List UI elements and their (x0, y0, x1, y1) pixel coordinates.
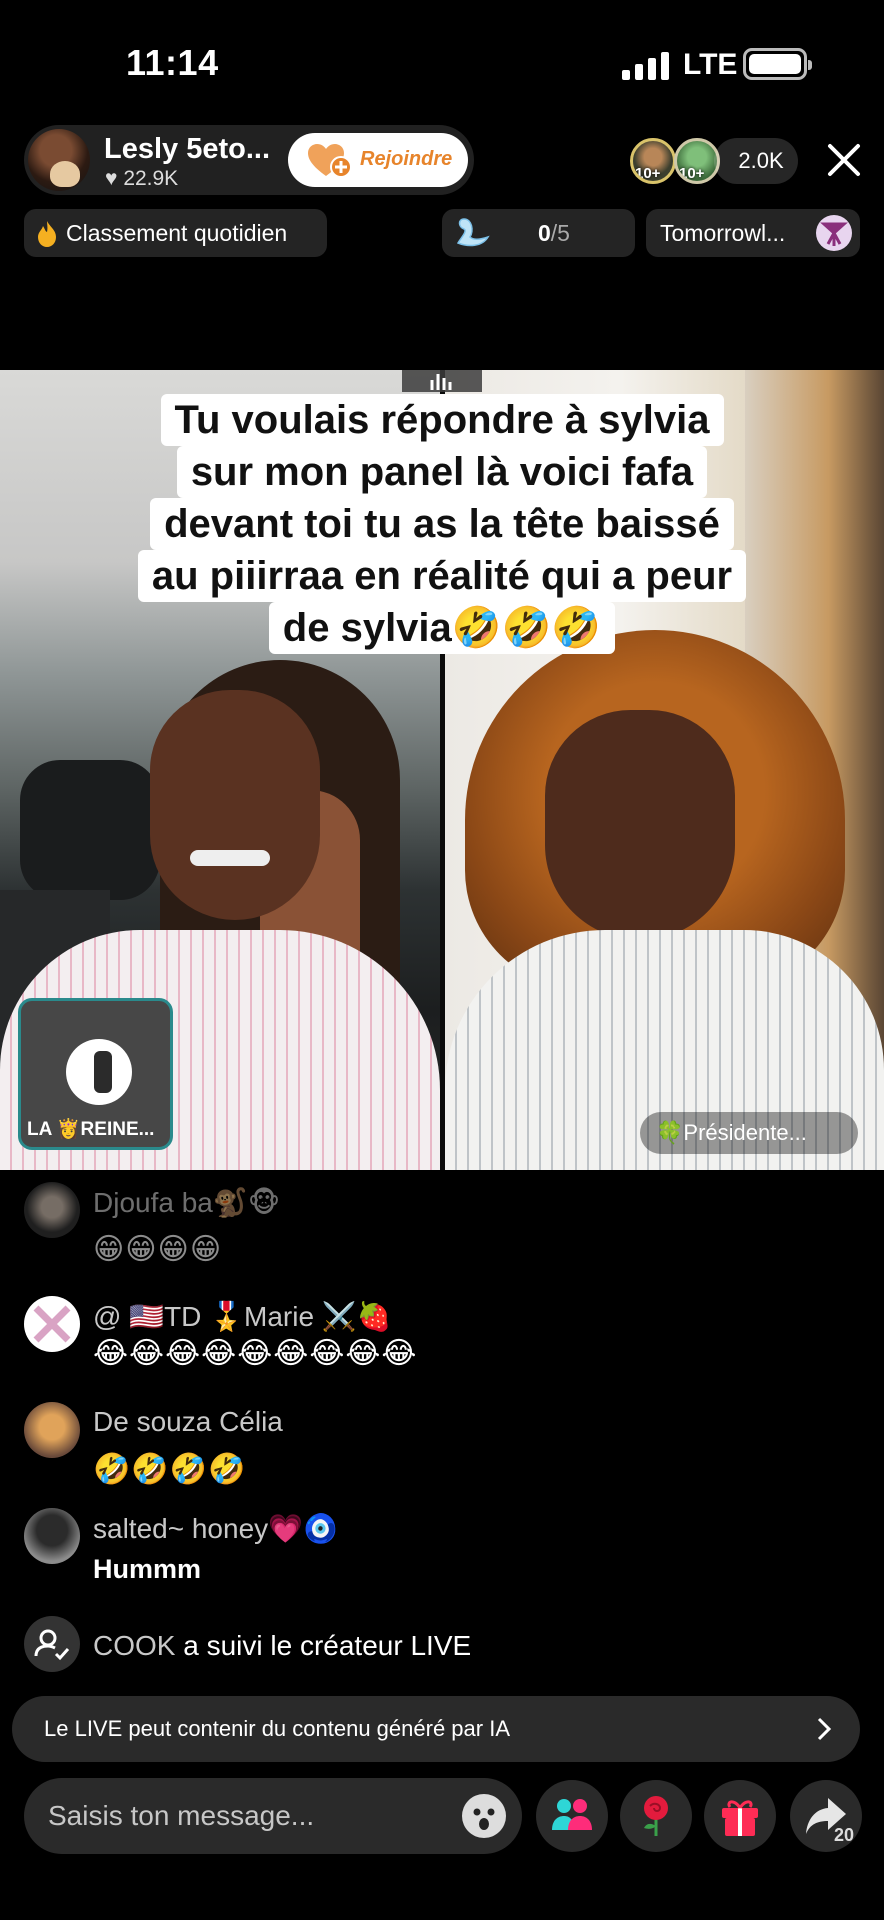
battery-icon (743, 48, 812, 80)
comment-avatar[interactable] (24, 1402, 80, 1458)
viewer-level: 10+ (635, 165, 661, 182)
goal-progress: 0/5 (538, 209, 570, 257)
status-time: 11:14 (126, 42, 219, 83)
host-profile[interactable]: Lesly 5eto... ♥ 22.9K Rejoindre (24, 125, 474, 195)
comment-user[interactable]: De souza Célia (93, 1406, 283, 1438)
host-likes: ♥ 22.9K (105, 167, 178, 191)
swan-icon (456, 218, 490, 247)
follow-text: COOK a suivi le créateur LIVE (93, 1630, 471, 1662)
follow-user[interactable]: COOK (93, 1630, 175, 1661)
message-input[interactable] (48, 1796, 448, 1836)
share-button[interactable]: 20 (790, 1780, 862, 1852)
comment-message: 😂😂😂😂😂😂😂😂😂 (93, 1337, 418, 1370)
viewer-count[interactable]: 2.0K (714, 138, 798, 184)
caption-line: devant toi tu as la tête baissé (150, 498, 734, 550)
signal-icon (622, 52, 669, 80)
viewer-avatar[interactable]: 10+ (630, 138, 676, 184)
guest-label: LA 👸REINE... (27, 1119, 155, 1140)
comment-avatar[interactable] (24, 1182, 80, 1238)
caption-line: sur mon panel là voici fafa (176, 446, 708, 498)
ai-content-notice[interactable]: Le LIVE peut contenir du contenu généré … (12, 1696, 860, 1762)
comment-user[interactable]: @ 🇺🇸TD 🎖️Marie ⚔️🍓 (93, 1300, 392, 1333)
share-count: 20 (833, 1825, 854, 1845)
gift-button[interactable] (704, 1780, 776, 1852)
daily-ranking-label: Classement quotidien (66, 220, 288, 246)
host-avatar[interactable] (28, 129, 90, 191)
top-viewers[interactable]: 10+ 10+ 2.0K (630, 136, 798, 186)
guest-avatar (66, 1039, 132, 1105)
rose-gift-button[interactable] (620, 1780, 692, 1852)
comment-avatar[interactable] (24, 1296, 80, 1352)
caption-line: au piiirraa en réalité qui a peur (137, 550, 747, 602)
equalizer-handle-icon (402, 370, 482, 392)
comment-avatar[interactable] (24, 1508, 80, 1564)
gift-icon (722, 1800, 758, 1836)
follow-message: a suivi le créateur LIVE (175, 1630, 472, 1661)
join-label: Rejoindre (360, 148, 453, 170)
promo-pill[interactable]: Tomorrowl... (646, 209, 860, 257)
comment-message: 😁😁😁😁 (93, 1233, 223, 1266)
comment-user[interactable]: salted~ honey💗🧿 (93, 1512, 338, 1545)
heart-plus-icon (308, 144, 352, 178)
heart-icon: ♥ (105, 167, 118, 190)
guest-name-tag[interactable]: 🍀Présidente... (640, 1112, 858, 1154)
promo-label: Tomorrowl... (660, 220, 786, 246)
daily-ranking-pill[interactable]: Classement quotidien (24, 209, 327, 257)
viewer-level: 10+ (679, 165, 705, 182)
flame-icon (38, 221, 56, 247)
caption-line: de sylvia🤣🤣🤣 (268, 602, 616, 654)
host-likes-count: 22.9K (123, 167, 179, 190)
bottom-bar: 20 (0, 1778, 884, 1854)
network-type: LTE (683, 48, 738, 81)
goal-total: /5 (550, 220, 570, 246)
follow-user-icon (24, 1616, 80, 1672)
guest-mini-card[interactable]: LA 👸REINE... (18, 998, 173, 1150)
message-field[interactable] (24, 1778, 522, 1854)
caption-line: Tu voulais répondre à sylvia (160, 394, 724, 446)
ai-notice-text: Le LIVE peut contenir du contenu généré … (44, 1716, 510, 1741)
caption-overlay: Tu voulais répondre à sylvia sur mon pan… (110, 394, 774, 654)
emoji-icon[interactable] (460, 1792, 508, 1840)
close-icon[interactable] (826, 142, 862, 178)
multi-guest-button[interactable] (536, 1780, 608, 1852)
tomorrowland-logo-icon (816, 215, 852, 251)
join-button[interactable]: Rejoindre (288, 133, 468, 187)
status-bar: 11:14 LTE (0, 0, 884, 110)
goal-current: 0 (538, 220, 551, 246)
comment-message: Hummm (93, 1554, 202, 1584)
comment-user[interactable]: Djoufa ba🐒🐵 (93, 1186, 280, 1219)
live-video[interactable]: Tu voulais répondre à sylvia sur mon pan… (0, 370, 884, 1170)
rose-icon (644, 1796, 668, 1836)
comment-message: 🤣🤣🤣🤣 (93, 1453, 247, 1486)
host-name[interactable]: Lesly 5eto... (104, 133, 270, 166)
chevron-right-icon (817, 1717, 832, 1741)
goal-pill[interactable]: 0/5 (442, 209, 635, 257)
guests-icon (552, 1799, 592, 1830)
